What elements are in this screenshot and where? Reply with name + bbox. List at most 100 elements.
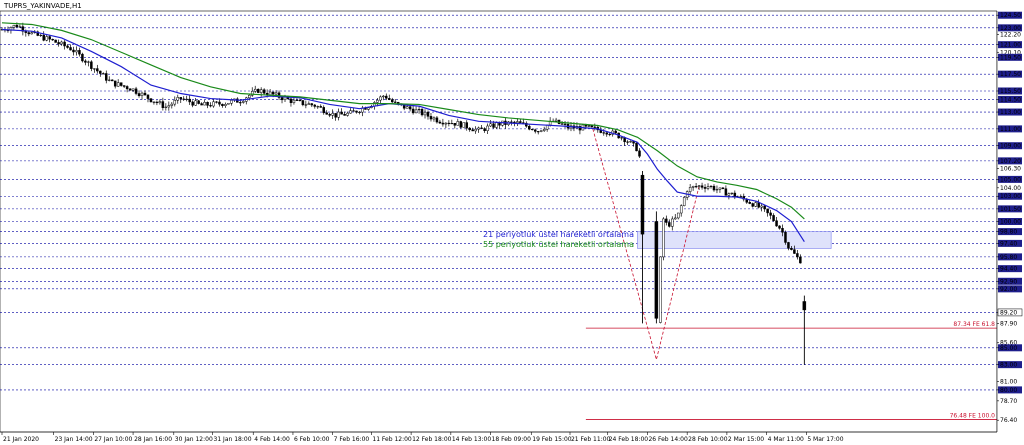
candle-body: [453, 123, 457, 126]
candle-body: [78, 50, 81, 55]
ema21-line: [1, 28, 805, 243]
price-tick-label: 101.50: [1000, 206, 1021, 213]
candle-body: [709, 185, 713, 188]
candle-body: [301, 100, 305, 106]
candle-body: [18, 26, 22, 28]
candle-body: [793, 249, 796, 254]
candle-body: [700, 185, 704, 188]
candle-body: [200, 103, 203, 106]
price-tick-label: 85.00: [1000, 345, 1017, 352]
candle-body: [417, 109, 421, 111]
candle-body: [563, 123, 567, 125]
candle-body: [781, 228, 784, 233]
candle-body: [376, 99, 379, 103]
candle-body: [751, 203, 754, 207]
candle-body: [536, 131, 540, 133]
candle-body: [796, 253, 799, 258]
candle-body: [149, 98, 153, 103]
candle-body: [438, 121, 442, 124]
price-tick-label: 115.50: [1000, 88, 1021, 95]
candle-body: [640, 174, 645, 235]
time-tick-label: 12 Feb 18:00: [412, 436, 452, 443]
time-tick-label: 2 Mar 15:00: [728, 436, 764, 443]
candle-body: [48, 36, 51, 40]
candle-body: [724, 188, 728, 196]
candle-body: [542, 128, 546, 131]
candle-body: [259, 89, 263, 93]
candle-body: [560, 123, 564, 125]
candle-body: [754, 202, 757, 207]
candle-body: [143, 92, 147, 96]
candle-body: [477, 127, 480, 130]
candle-body: [271, 91, 275, 95]
time-tick-label: 6 Feb 10:00: [294, 436, 330, 443]
candle-body: [51, 38, 54, 41]
candle-body: [75, 50, 78, 53]
candle-body: [242, 101, 245, 103]
support-zone: [637, 231, 832, 249]
candle-body: [385, 95, 388, 99]
price-tick-label: 117.50: [1000, 71, 1021, 78]
candle-body: [131, 88, 135, 91]
candle-body: [721, 187, 725, 189]
time-tick-label: 26 Feb 14:00: [648, 436, 688, 443]
candle-body: [113, 80, 117, 87]
candle-body: [182, 98, 185, 100]
candle-body: [614, 130, 617, 134]
candle-body: [125, 86, 129, 90]
price-tick-label: 94.40: [1000, 266, 1017, 273]
candle-body: [459, 121, 463, 128]
candle-body: [224, 103, 227, 106]
candle-body: [629, 141, 632, 143]
candle-body: [164, 106, 168, 108]
candle-body: [352, 110, 355, 112]
candle-body: [161, 101, 165, 108]
candle-body: [170, 103, 174, 106]
candle-body: [608, 133, 611, 136]
candle-body: [24, 31, 28, 33]
candle-body: [727, 193, 731, 196]
candle-body: [116, 82, 120, 87]
candle-body: [140, 92, 144, 96]
candle-body: [769, 212, 772, 216]
candle-body: [510, 121, 513, 123]
candle-body: [533, 129, 537, 132]
candle-body: [191, 101, 194, 106]
price-axis[interactable]: 124.50123.00122.20121.00120.10119.50117.…: [996, 0, 1024, 445]
time-axis[interactable]: 21 Jan 2020 23 Jan 14:00 27 Jan 10:00 28 Ja…: [0, 431, 997, 443]
candle-body: [39, 34, 42, 37]
price-tick-label: 103.00: [1000, 193, 1021, 200]
price-tick-label: 100.00: [1000, 219, 1021, 226]
candle-body: [539, 130, 543, 132]
candle-body: [691, 186, 695, 188]
price-tick-label: 97.40: [1000, 240, 1017, 247]
price-chart[interactable]: TUPRS_YAKINVADE,H1 87.34 FE 61.8 76.48 FE…: [0, 0, 1024, 445]
candle-body: [665, 218, 668, 223]
candle-body: [688, 187, 692, 192]
candle-body: [209, 105, 212, 107]
candle-body: [262, 89, 266, 94]
candle-body: [450, 123, 454, 125]
candle-body: [748, 202, 751, 204]
time-tick-label: 23 Jan 14:00: [55, 436, 93, 443]
candle-body: [456, 121, 460, 126]
candle-body: [420, 109, 424, 116]
candle-body: [522, 122, 525, 124]
candle-body: [757, 202, 760, 208]
zone-rect: [637, 231, 832, 249]
price-tick-label: 111.00: [1000, 126, 1021, 133]
time-tick-label: 5 Mar 17:00: [807, 436, 843, 443]
candle-body: [447, 122, 451, 124]
time-tick-label: 4 Mar 11:00: [768, 436, 804, 443]
candle-body: [787, 242, 790, 249]
candle-body: [102, 73, 105, 75]
candle-body: [405, 106, 409, 109]
candle-body: [215, 101, 218, 103]
legend: 21 periyotluk üstel hareketli ortalama 5…: [483, 230, 634, 249]
candle-body: [253, 88, 257, 92]
candle-body: [474, 128, 477, 132]
candle-body: [146, 94, 150, 99]
candle-body: [694, 186, 698, 188]
candle-body: [137, 93, 141, 96]
candle-body: [605, 132, 608, 135]
